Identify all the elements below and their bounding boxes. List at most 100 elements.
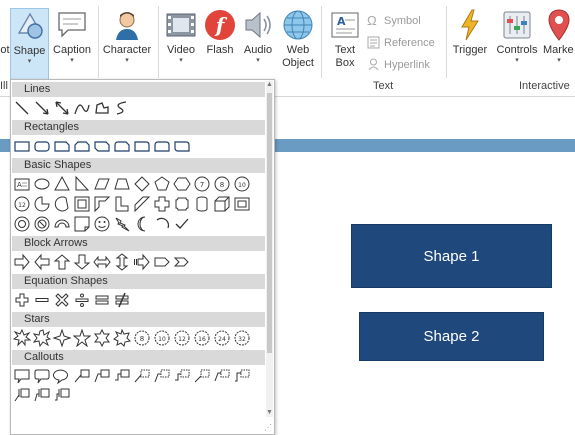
- math-not-equal-icon[interactable]: [113, 291, 131, 309]
- resize-grip-icon[interactable]: ⋰: [264, 423, 272, 432]
- lightning-bolt-icon[interactable]: [113, 215, 131, 233]
- can-icon[interactable]: [193, 195, 211, 213]
- rectangle-icon[interactable]: [13, 137, 31, 155]
- trigger-button[interactable]: Trigger: [450, 8, 490, 78]
- gallery-scrollbar[interactable]: ▲ ▼: [266, 81, 273, 417]
- explosion-2-icon[interactable]: [33, 329, 51, 347]
- round-same-side-rectangle-icon[interactable]: [153, 137, 171, 155]
- pentagon-icon[interactable]: [153, 175, 171, 193]
- bevel-icon[interactable]: [233, 195, 251, 213]
- star-5-point-icon[interactable]: [73, 329, 91, 347]
- scroll-up-arrow-icon[interactable]: ▲: [266, 81, 273, 89]
- star-24-point-icon[interactable]: 24: [213, 329, 231, 347]
- pie-icon[interactable]: [33, 195, 51, 213]
- left-right-arrow-icon[interactable]: [93, 253, 111, 271]
- round-diagonal-rectangle-icon[interactable]: [173, 137, 191, 155]
- border-callout-1-icon[interactable]: [13, 386, 31, 404]
- scribble-icon[interactable]: [113, 99, 131, 117]
- moon-icon[interactable]: [133, 215, 151, 233]
- down-arrow-icon[interactable]: [73, 253, 91, 271]
- star-12-point-icon[interactable]: 12: [173, 329, 191, 347]
- star-16-point-icon[interactable]: 16: [193, 329, 211, 347]
- l-shape-icon[interactable]: [113, 195, 131, 213]
- star-32-point-icon[interactable]: 32: [233, 329, 251, 347]
- controls-button[interactable]: Controls ▾: [493, 8, 541, 78]
- right-triangle-icon[interactable]: [73, 175, 91, 193]
- reference-button[interactable]: Reference: [367, 36, 435, 49]
- double-arrow-line-icon[interactable]: [53, 99, 71, 117]
- explosion-1-icon[interactable]: [13, 329, 31, 347]
- web-object-button[interactable]: Web Object: [279, 8, 317, 78]
- flash-button[interactable]: f Flash: [202, 8, 238, 78]
- line-callout-5-icon[interactable]: [153, 367, 171, 385]
- donut-icon[interactable]: [13, 215, 31, 233]
- decagon-icon[interactable]: 10: [233, 175, 251, 193]
- rect-callout-icon[interactable]: [13, 367, 31, 385]
- striped-right-arrow-icon[interactable]: [133, 253, 151, 271]
- star-4-point-icon[interactable]: [53, 329, 71, 347]
- round-corner-rectangle-icon[interactable]: [133, 137, 151, 155]
- arrow-line-icon[interactable]: [33, 99, 51, 117]
- snip-diagonal-rectangle-icon[interactable]: [93, 137, 111, 155]
- star-6-point-icon[interactable]: [93, 329, 111, 347]
- frame-icon[interactable]: [73, 195, 91, 213]
- diagonal-stripe-icon[interactable]: [133, 195, 151, 213]
- audio-button[interactable]: Audio ▾: [239, 8, 277, 78]
- heptagon-icon[interactable]: 7: [193, 175, 211, 193]
- shape-button[interactable]: Shape ▾: [10, 8, 49, 80]
- oval-icon[interactable]: [33, 175, 51, 193]
- block-arc-icon[interactable]: [53, 215, 71, 233]
- math-plus-icon[interactable]: [13, 291, 31, 309]
- line-callout-2-icon[interactable]: [93, 367, 111, 385]
- triangle-icon[interactable]: [53, 175, 71, 193]
- partial-button[interactable]: ot: [0, 8, 10, 78]
- octagon-icon[interactable]: 8: [213, 175, 231, 193]
- line-callout-7-icon[interactable]: [193, 367, 211, 385]
- math-divide-icon[interactable]: [73, 291, 91, 309]
- math-multiply-icon[interactable]: [53, 291, 71, 309]
- math-equal-icon[interactable]: [93, 291, 111, 309]
- border-callout-2-icon[interactable]: [33, 386, 51, 404]
- symbol-button[interactable]: Ω Symbol: [367, 14, 421, 27]
- oval-callout-icon[interactable]: [53, 367, 71, 385]
- line-callout-8-icon[interactable]: [213, 367, 231, 385]
- video-button[interactable]: Video ▾: [162, 8, 200, 78]
- line-callout-9-icon[interactable]: [233, 367, 251, 385]
- line-callout-4-icon[interactable]: [133, 367, 151, 385]
- scroll-down-arrow-icon[interactable]: ▼: [266, 409, 273, 417]
- arc-icon[interactable]: [153, 215, 171, 233]
- hyperlink-button[interactable]: Hyperlink: [367, 58, 430, 71]
- math-minus-icon[interactable]: [33, 291, 51, 309]
- no-symbol-icon[interactable]: [33, 215, 51, 233]
- scrollbar-thumb[interactable]: [267, 93, 272, 353]
- half-frame-icon[interactable]: [93, 195, 111, 213]
- up-down-arrow-icon[interactable]: [113, 253, 131, 271]
- text-box-button[interactable]: A Text Box: [326, 8, 364, 78]
- character-button[interactable]: Character ▾: [100, 8, 154, 78]
- left-arrow-icon[interactable]: [33, 253, 51, 271]
- caption-button[interactable]: Caption ▾: [50, 8, 94, 78]
- dodecagon-icon[interactable]: 12: [13, 195, 31, 213]
- diamond-icon[interactable]: [133, 175, 151, 193]
- rounded-rectangle-icon[interactable]: [33, 137, 51, 155]
- folded-corner-icon[interactable]: [73, 215, 91, 233]
- smiley-face-icon[interactable]: [93, 215, 111, 233]
- right-arrow-icon[interactable]: [13, 253, 31, 271]
- border-callout-3-icon[interactable]: [53, 386, 71, 404]
- star-10-point-icon[interactable]: 10: [153, 329, 171, 347]
- up-arrow-icon[interactable]: [53, 253, 71, 271]
- line-callout-6-icon[interactable]: [173, 367, 191, 385]
- star-8-point-icon[interactable]: 8: [133, 329, 151, 347]
- plaque-icon[interactable]: [173, 195, 191, 213]
- line-callout-3-icon[interactable]: [113, 367, 131, 385]
- plus-icon[interactable]: [153, 195, 171, 213]
- line-callout-1-icon[interactable]: [73, 367, 91, 385]
- curve-icon[interactable]: [73, 99, 91, 117]
- hexagon-icon[interactable]: [173, 175, 191, 193]
- line-icon[interactable]: [13, 99, 31, 117]
- shape-1[interactable]: Shape 1: [351, 224, 552, 288]
- parallelogram-icon[interactable]: [93, 175, 111, 193]
- check-icon[interactable]: [173, 215, 191, 233]
- text-box-shape-icon[interactable]: A: [13, 175, 31, 193]
- chevron-arrow-icon[interactable]: [173, 253, 191, 271]
